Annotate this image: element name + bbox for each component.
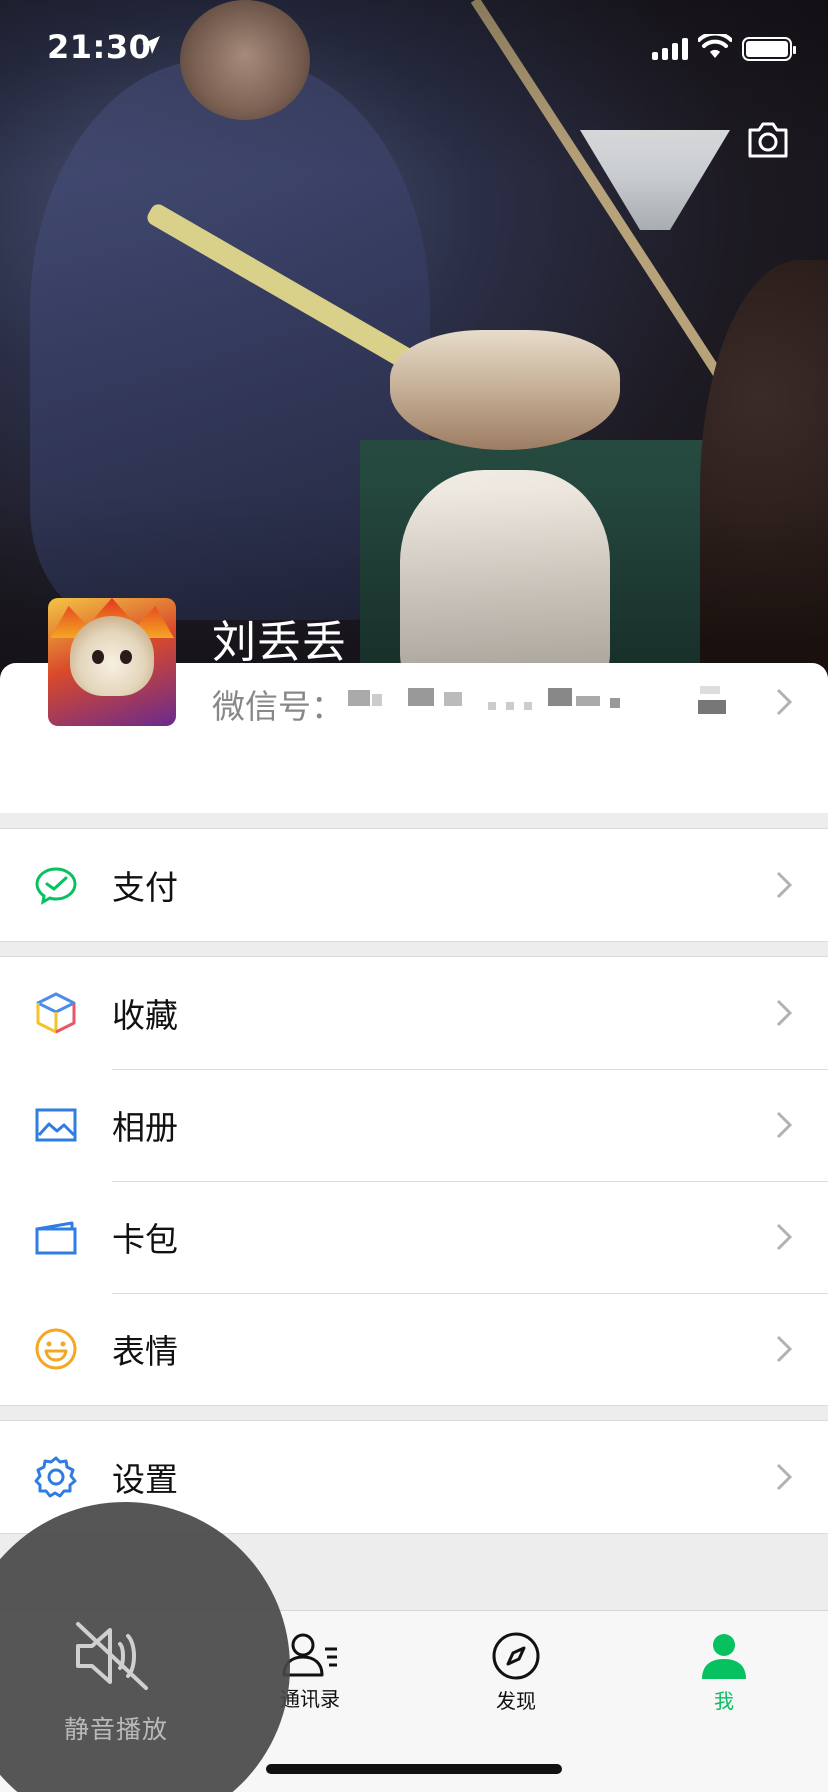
tab-me[interactable]: 我 bbox=[654, 1631, 794, 1714]
menu-item-label: 表情 bbox=[112, 1332, 178, 1371]
avatar-face bbox=[70, 616, 154, 696]
mute-playback-label: 静音播放 bbox=[64, 1715, 169, 1744]
menu-item-album[interactable]: 相册 bbox=[0, 1069, 828, 1181]
chevron-right-icon bbox=[776, 1463, 793, 1495]
wechat-id-redacted bbox=[348, 686, 728, 714]
menu-item-label: 相册 bbox=[112, 1108, 178, 1147]
menu-item-card-wallet[interactable]: 卡包 bbox=[0, 1181, 828, 1293]
wechat-id-label: 微信号： bbox=[212, 687, 344, 726]
menu-item-label: 收藏 bbox=[112, 996, 178, 1035]
menu-group-collections: 收藏 相册 卡包 表情 bbox=[0, 956, 828, 1406]
wifi-icon bbox=[697, 31, 733, 64]
sticker-smile-icon bbox=[34, 1328, 78, 1370]
menu-item-pay[interactable]: 支付 bbox=[0, 829, 828, 941]
status-time: 21:30 bbox=[47, 28, 152, 66]
menu-item-label: 卡包 bbox=[112, 1220, 178, 1259]
profile-nickname: 刘丢丢 bbox=[212, 617, 347, 668]
menu-item-favorites[interactable]: 收藏 bbox=[0, 957, 828, 1069]
chevron-right-icon bbox=[776, 999, 793, 1031]
speaker-muted-icon bbox=[72, 1620, 152, 1696]
chevron-right-icon bbox=[776, 1223, 793, 1255]
favorites-cube-icon bbox=[34, 992, 78, 1034]
tab-label: 我 bbox=[714, 1689, 734, 1713]
settings-gear-icon bbox=[34, 1456, 78, 1498]
album-picture-icon bbox=[34, 1105, 78, 1145]
tab-label: 发现 bbox=[496, 1689, 536, 1713]
avatar-eye bbox=[92, 650, 104, 664]
menu-item-label: 设置 bbox=[112, 1460, 178, 1499]
status-bar: 21:30 bbox=[0, 0, 828, 100]
chevron-right-icon bbox=[776, 1111, 793, 1143]
chevron-right-icon bbox=[776, 1335, 793, 1367]
cover-photo-shade bbox=[0, 0, 828, 700]
cellular-signal-icon bbox=[652, 38, 688, 60]
camera-icon[interactable] bbox=[746, 120, 790, 160]
cover-photo[interactable] bbox=[0, 0, 828, 700]
menu-item-stickers[interactable]: 表情 bbox=[0, 1293, 828, 1405]
wechat-pay-icon bbox=[34, 865, 78, 905]
menu-group-pay: 支付 bbox=[0, 828, 828, 942]
battery-icon bbox=[742, 37, 796, 61]
tab-discover[interactable]: 发现 bbox=[446, 1631, 586, 1714]
me-person-icon bbox=[702, 1634, 746, 1679]
card-wallet-icon bbox=[34, 1217, 78, 1257]
chevron-right-icon bbox=[776, 688, 793, 720]
discover-compass-icon bbox=[492, 1632, 540, 1680]
chevron-right-icon bbox=[776, 871, 793, 903]
menu-item-label: 支付 bbox=[112, 868, 178, 907]
home-indicator bbox=[266, 1764, 562, 1774]
location-arrow-icon bbox=[140, 34, 162, 60]
avatar[interactable] bbox=[48, 598, 176, 726]
avatar-eye bbox=[120, 650, 132, 664]
